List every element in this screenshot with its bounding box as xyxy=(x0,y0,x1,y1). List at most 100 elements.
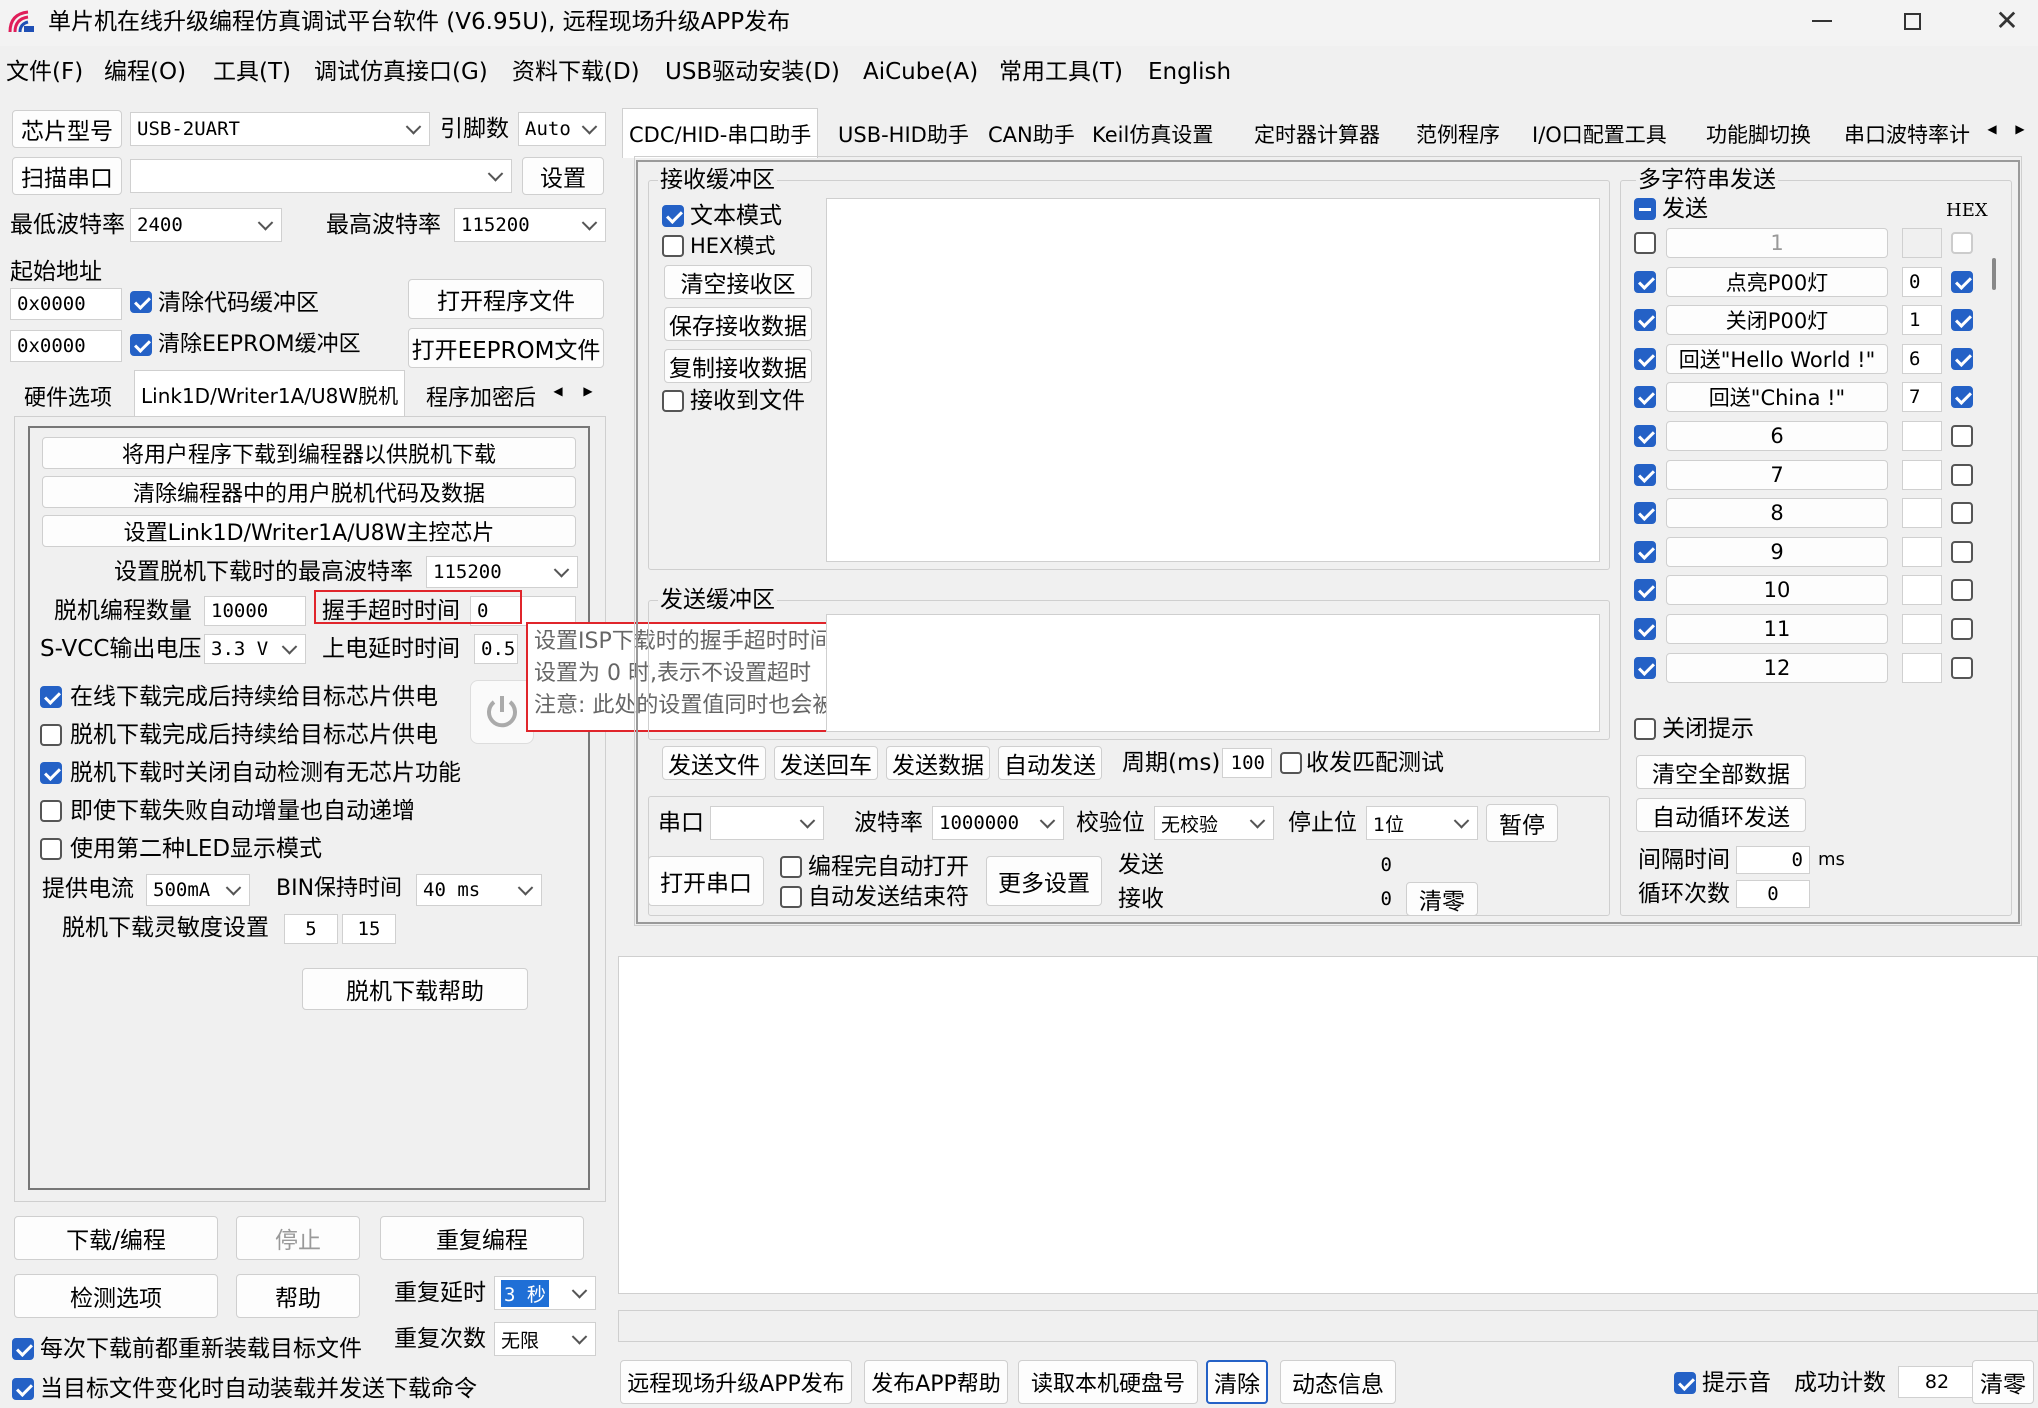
multi-row-number-input[interactable] xyxy=(1902,614,1942,644)
auto-increment-checkbox[interactable] xyxy=(40,800,62,822)
menu-usb-driver[interactable]: USB驱动安装(D) xyxy=(665,52,840,92)
eeprom-address-input[interactable]: 0x0000 xyxy=(10,330,122,362)
clear-programmer-button[interactable]: 清除编程器中的用户脱机代码及数据 xyxy=(42,476,576,508)
multi-row-number-input[interactable] xyxy=(1902,459,1942,490)
multi-row-number-input[interactable]: 7 xyxy=(1902,382,1942,413)
multi-row-enable-checkbox[interactable] xyxy=(1634,425,1656,447)
copy-receive-button[interactable]: 复制接收数据 xyxy=(664,349,812,383)
sensitivity-input-1[interactable]: 5 xyxy=(284,914,338,944)
chip-model-button[interactable]: 芯片型号 xyxy=(12,110,122,148)
multi-row-enable-checkbox[interactable] xyxy=(1634,502,1656,525)
multi-row-number-input[interactable] xyxy=(1902,421,1942,451)
tab-offline[interactable]: Link1D/Writer1A/U8W脱机 xyxy=(134,370,406,418)
repeat-times-select[interactable]: 无限 xyxy=(494,1322,596,1356)
help-button[interactable]: 帮助 xyxy=(236,1274,360,1318)
hex-mode-checkbox[interactable] xyxy=(662,235,684,257)
menu-tools[interactable]: 工具(T) xyxy=(213,52,291,92)
clear-count-button[interactable]: 清零 xyxy=(1406,882,1478,916)
max-baud-select[interactable]: 115200 xyxy=(454,208,606,242)
tab-keil[interactable]: Keil仿真设置 xyxy=(1086,112,1219,156)
multi-row-enable-checkbox[interactable] xyxy=(1634,270,1656,293)
multi-row-enable-checkbox[interactable] xyxy=(1634,232,1656,254)
menu-file[interactable]: 文件(F) xyxy=(6,52,83,92)
clear-eeprom-checkbox[interactable] xyxy=(130,334,152,356)
multi-row-enable-checkbox[interactable] xyxy=(1634,618,1656,640)
tab-examples[interactable]: 范例程序 xyxy=(1410,112,1506,156)
multi-row-send-button[interactable]: 6 xyxy=(1666,421,1888,451)
multi-row-enable-checkbox[interactable] xyxy=(1634,386,1656,409)
clear-all-data-button[interactable]: 清空全部数据 xyxy=(1636,755,1806,789)
period-input[interactable]: 100 xyxy=(1222,748,1272,778)
offline-power-checkbox[interactable] xyxy=(40,724,62,746)
download-to-programmer-button[interactable]: 将用户程序下载到编程器以供脱机下载 xyxy=(42,437,576,469)
multi-row-number-input[interactable]: 1 xyxy=(1902,305,1942,336)
multi-row-number-input[interactable]: 0 xyxy=(1902,266,1942,297)
sensitivity-input-2[interactable]: 15 xyxy=(342,914,396,944)
interval-input[interactable]: 0 xyxy=(1736,846,1810,874)
tab-baud-calc[interactable]: 串口波特率计 xyxy=(1838,112,1978,156)
online-power-checkbox[interactable] xyxy=(40,686,62,708)
send-file-button[interactable]: 发送文件 xyxy=(662,746,766,780)
read-disk-button[interactable]: 读取本机硬盘号 xyxy=(1018,1360,1198,1404)
send-textarea[interactable] xyxy=(826,614,1600,732)
match-test-checkbox[interactable] xyxy=(1280,752,1302,774)
tab-serial-assistant[interactable]: CDC/HID-串口助手 xyxy=(622,108,819,158)
pin-count-select[interactable]: Auto xyxy=(518,112,606,146)
auto-send-button[interactable]: 自动发送 xyxy=(998,746,1102,780)
svcc-select[interactable]: 3.3 V xyxy=(204,634,306,664)
tab-usb-hid[interactable]: USB-HID助手 xyxy=(832,112,975,156)
auto-end-checkbox[interactable] xyxy=(780,886,802,908)
multi-row-hex-checkbox[interactable] xyxy=(1951,502,1973,525)
auto-open-checkbox[interactable] xyxy=(780,856,802,878)
tab-encryption[interactable]: 程序加密后 xyxy=(420,374,540,418)
right-tab-right-arrow-icon[interactable]: ▶ xyxy=(2010,116,2030,142)
multi-row-number-input[interactable] xyxy=(1902,575,1942,606)
reset-count-button[interactable]: 清零 xyxy=(1972,1360,2034,1404)
tab-can[interactable]: CAN助手 xyxy=(982,112,1081,156)
clear-code-checkbox[interactable] xyxy=(130,291,152,313)
multi-row-hex-checkbox[interactable] xyxy=(1951,579,1973,602)
scan-port-button[interactable]: 扫描串口 xyxy=(12,157,122,195)
offline-count-input[interactable]: 10000 xyxy=(204,596,306,626)
repeat-delay-select[interactable]: 3 秒 xyxy=(494,1276,596,1310)
baud-rate-select[interactable]: 1000000 xyxy=(932,806,1064,840)
multi-row-hex-checkbox[interactable] xyxy=(1951,347,1973,370)
bin-hold-select[interactable]: 40 ms xyxy=(416,874,542,906)
multi-row-send-button[interactable]: 11 xyxy=(1666,614,1888,644)
output-log-area[interactable] xyxy=(618,956,2038,1294)
clear-receive-button[interactable]: 清空接收区 xyxy=(664,265,812,299)
sound-checkbox[interactable] xyxy=(1674,1372,1696,1394)
multi-row-number-input[interactable] xyxy=(1902,498,1942,529)
multi-row-send-button[interactable]: 1 xyxy=(1666,228,1888,258)
send-cr-button[interactable]: 发送回车 xyxy=(774,746,878,780)
start-address-input[interactable]: 0x0000 xyxy=(10,288,122,320)
send-all-checkbox[interactable] xyxy=(1634,198,1656,220)
open-eeprom-button[interactable]: 打开EEPROM文件 xyxy=(408,328,604,368)
dynamic-info-button[interactable]: 动态信息 xyxy=(1280,1360,1396,1404)
parity-select[interactable]: 无校验 xyxy=(1154,806,1274,840)
auto-detect-checkbox[interactable] xyxy=(40,762,62,784)
multi-send-scrollbar[interactable] xyxy=(1992,258,1996,290)
multi-row-hex-checkbox[interactable] xyxy=(1951,463,1973,486)
close-icon[interactable]: ✕ xyxy=(1992,6,2022,36)
multi-row-enable-checkbox[interactable] xyxy=(1634,656,1656,679)
stop-button[interactable]: 停止 xyxy=(236,1216,360,1260)
save-receive-button[interactable]: 保存接收数据 xyxy=(664,307,812,341)
led-mode-checkbox[interactable] xyxy=(40,838,62,860)
auto-load-checkbox[interactable] xyxy=(12,1378,34,1400)
port-select[interactable] xyxy=(130,159,512,193)
pause-button[interactable]: 暂停 xyxy=(1486,804,1558,842)
tab-timer[interactable]: 定时器计算器 xyxy=(1248,112,1386,156)
multi-row-hex-checkbox[interactable] xyxy=(1951,618,1973,640)
multi-row-send-button[interactable]: 12 xyxy=(1666,652,1888,683)
menu-common-tools[interactable]: 常用工具(T) xyxy=(999,52,1123,92)
menu-debug[interactable]: 调试仿真接口(G) xyxy=(314,52,488,92)
multi-row-hex-checkbox[interactable] xyxy=(1951,540,1973,563)
minimize-icon[interactable] xyxy=(1812,20,1832,22)
tab-right-arrow-icon[interactable]: ▶ xyxy=(578,378,598,404)
remote-publish-button[interactable]: 远程现场升级APP发布 xyxy=(620,1360,852,1404)
multi-row-enable-checkbox[interactable] xyxy=(1634,309,1656,332)
stop-bits-select[interactable]: 1位 xyxy=(1366,806,1478,840)
min-baud-select[interactable]: 2400 xyxy=(130,208,282,242)
tab-pin-switch[interactable]: 功能脚切换 xyxy=(1700,112,1817,156)
